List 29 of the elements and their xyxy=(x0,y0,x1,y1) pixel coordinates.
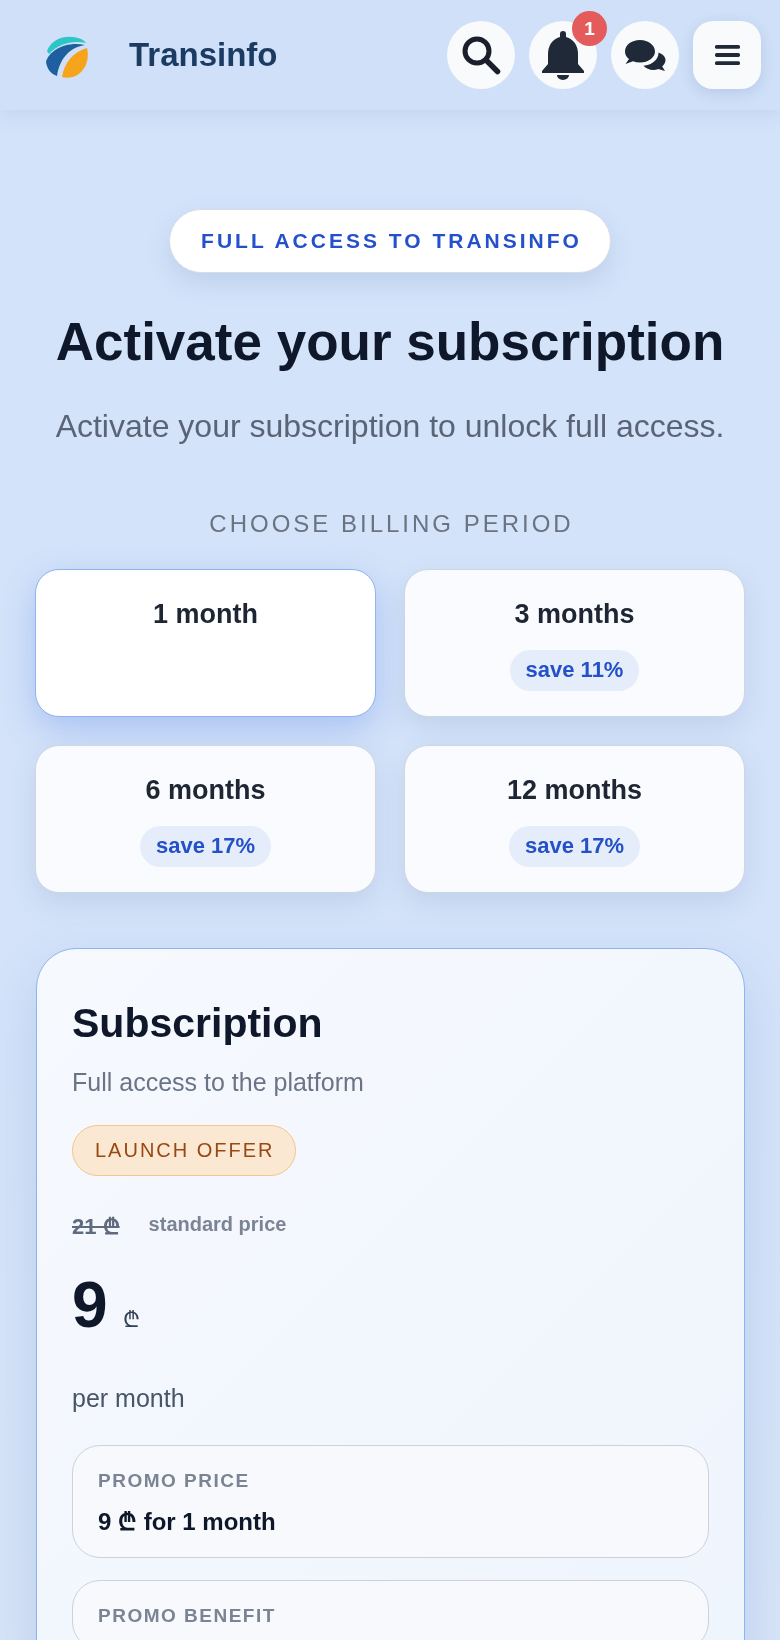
chat-bubbles-icon xyxy=(624,39,666,71)
standard-price: 21 ₾ xyxy=(72,1212,120,1240)
billing-period-option[interactable]: 6 months save 17% xyxy=(35,744,376,893)
promo-detail-label: PROMO PRICE xyxy=(98,1469,250,1494)
notification-badge: 1 xyxy=(572,11,607,46)
savings-badge: save 11% xyxy=(509,649,640,691)
savings-badge: save 17% xyxy=(139,825,272,867)
billing-period-option[interactable]: 1 month xyxy=(35,568,376,717)
page-title: Activate your subscription xyxy=(55,311,725,373)
offer-tag: LAUNCH OFFER xyxy=(72,1124,296,1176)
currency-symbol: ₾ xyxy=(122,1307,140,1332)
promo-detail-value: 9 ₾ for 1 month xyxy=(98,1506,276,1537)
plan-title: Subscription xyxy=(72,998,323,1048)
access-tag: FULL ACCESS TO TRANSINFO xyxy=(169,209,611,273)
promo-detail-label: PROMO BENEFIT xyxy=(98,1604,276,1629)
billing-period-label: CHOOSE BILLING PERIOD xyxy=(208,509,574,540)
menu-icon xyxy=(714,45,740,65)
price-amount: 9 xyxy=(72,1269,108,1341)
menu-button[interactable] xyxy=(693,21,761,89)
app-name: Transinfo xyxy=(129,36,278,74)
plan-description: Full access to the platform xyxy=(72,1066,364,1098)
billing-period-option[interactable]: 12 months save 17% xyxy=(404,744,745,893)
bell-icon xyxy=(541,30,585,80)
page-subtitle: Activate your subscription to unlock full access. xyxy=(55,406,725,446)
search-icon xyxy=(461,35,501,75)
billing-interval: per month xyxy=(72,1383,185,1415)
standard-price-note: standard price xyxy=(148,1213,287,1237)
billing-period-option[interactable]: 3 months save 11% xyxy=(404,568,745,717)
savings-badge: save 17% xyxy=(508,825,641,867)
